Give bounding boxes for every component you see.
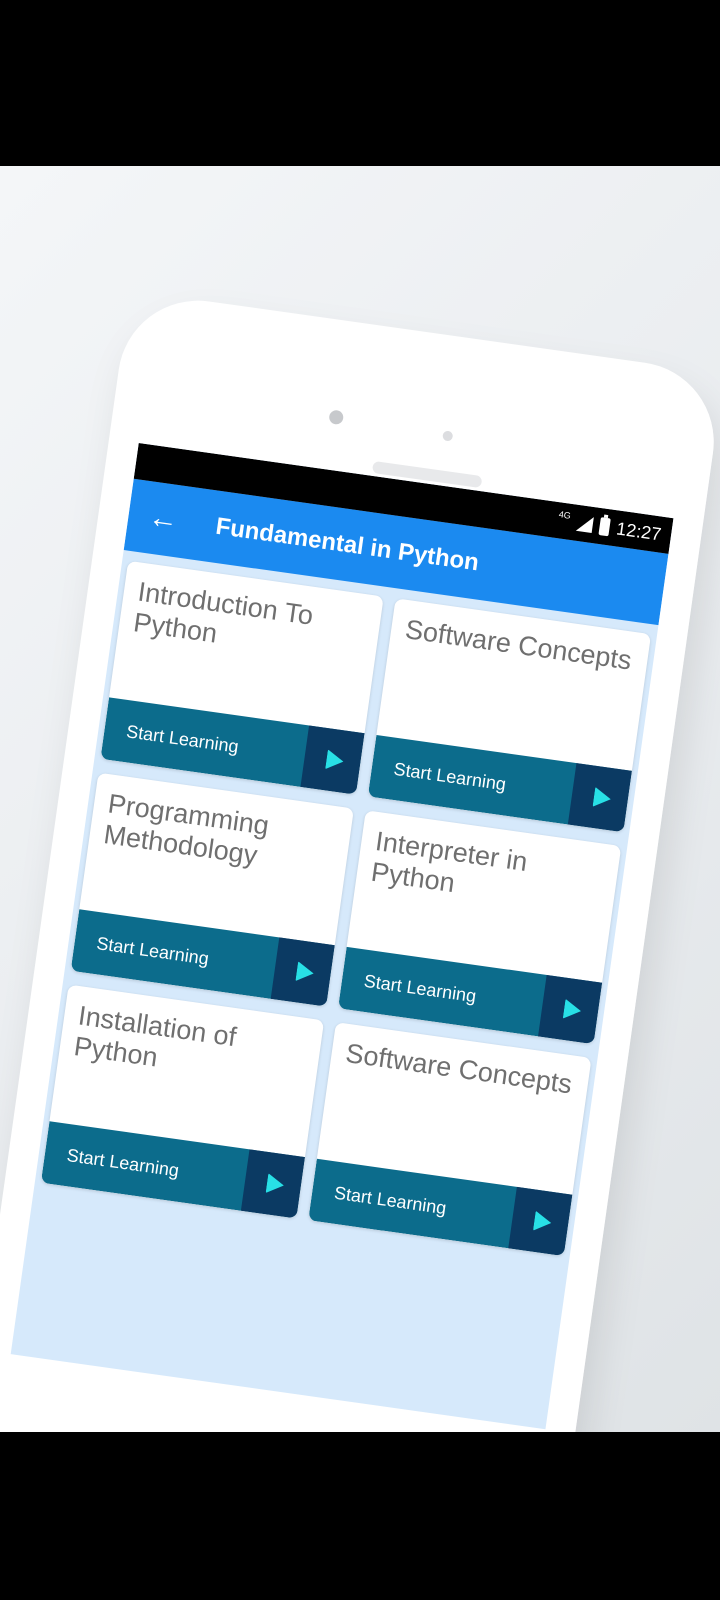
play-icon <box>562 998 582 1021</box>
clock: 12:27 <box>615 517 663 545</box>
app-screen: 4G 12:27 ← Fundamental in Python Introdu… <box>10 443 674 1430</box>
play-icon <box>532 1210 553 1233</box>
topic-title: Programming Methodology <box>101 788 271 871</box>
signal-icon <box>575 514 594 533</box>
network-type: 4G <box>558 509 572 521</box>
topic-title: Software Concepts <box>403 614 634 676</box>
topic-card[interactable]: Software Concepts Start Learning <box>367 598 652 833</box>
play-button[interactable] <box>538 974 603 1045</box>
play-button[interactable] <box>567 763 632 833</box>
arrow-left-icon: ← <box>146 500 181 538</box>
topic-title: Introduction To Python <box>131 576 316 649</box>
topic-grid: Introduction To Python Start Learning So… <box>34 550 659 1267</box>
start-learning-bar[interactable]: Start Learning <box>308 1158 573 1257</box>
play-button[interactable] <box>508 1186 573 1257</box>
start-learning-label: Start Learning <box>125 720 240 757</box>
promo-backdrop: 4G 12:27 ← Fundamental in Python Introdu… <box>0 166 720 1432</box>
topic-card[interactable]: Introduction To Python Start Learning <box>100 560 384 795</box>
topic-card[interactable]: Interpreter in Python Start Learning <box>338 810 622 1045</box>
front-camera <box>328 409 345 426</box>
play-icon <box>265 1173 285 1196</box>
proximity-sensor <box>442 430 454 442</box>
play-icon <box>324 749 345 772</box>
start-learning-label: Start Learning <box>392 758 508 794</box>
start-learning-label: Start Learning <box>362 970 478 1006</box>
phone-mockup: 4G 12:27 ← Fundamental in Python Introdu… <box>0 290 720 1432</box>
topic-card[interactable]: Software Concepts Start Learning <box>308 1022 592 1257</box>
battery-icon <box>598 517 611 537</box>
play-button[interactable] <box>270 937 335 1007</box>
topic-title: Software Concepts <box>343 1037 574 1100</box>
start-learning-label: Start Learning <box>65 1144 181 1181</box>
topic-card[interactable]: Programming Methodology Start Learning <box>70 772 354 1007</box>
start-learning-label: Start Learning <box>333 1182 448 1218</box>
back-button[interactable]: ← <box>124 479 203 560</box>
phone-wrapper: 4G 12:27 ← Fundamental in Python Introdu… <box>0 166 720 1432</box>
play-button[interactable] <box>240 1149 305 1219</box>
start-learning-bar[interactable]: Start Learning <box>40 1121 305 1219</box>
topic-title: Interpreter in Python <box>369 826 530 899</box>
topic-title: Installation of Python <box>72 1000 239 1073</box>
start-learning-label: Start Learning <box>95 932 211 969</box>
play-button[interactable] <box>300 725 365 795</box>
play-icon <box>294 961 315 984</box>
topic-card[interactable]: Installation of Python Start Learning <box>40 984 325 1219</box>
play-icon <box>592 786 612 810</box>
